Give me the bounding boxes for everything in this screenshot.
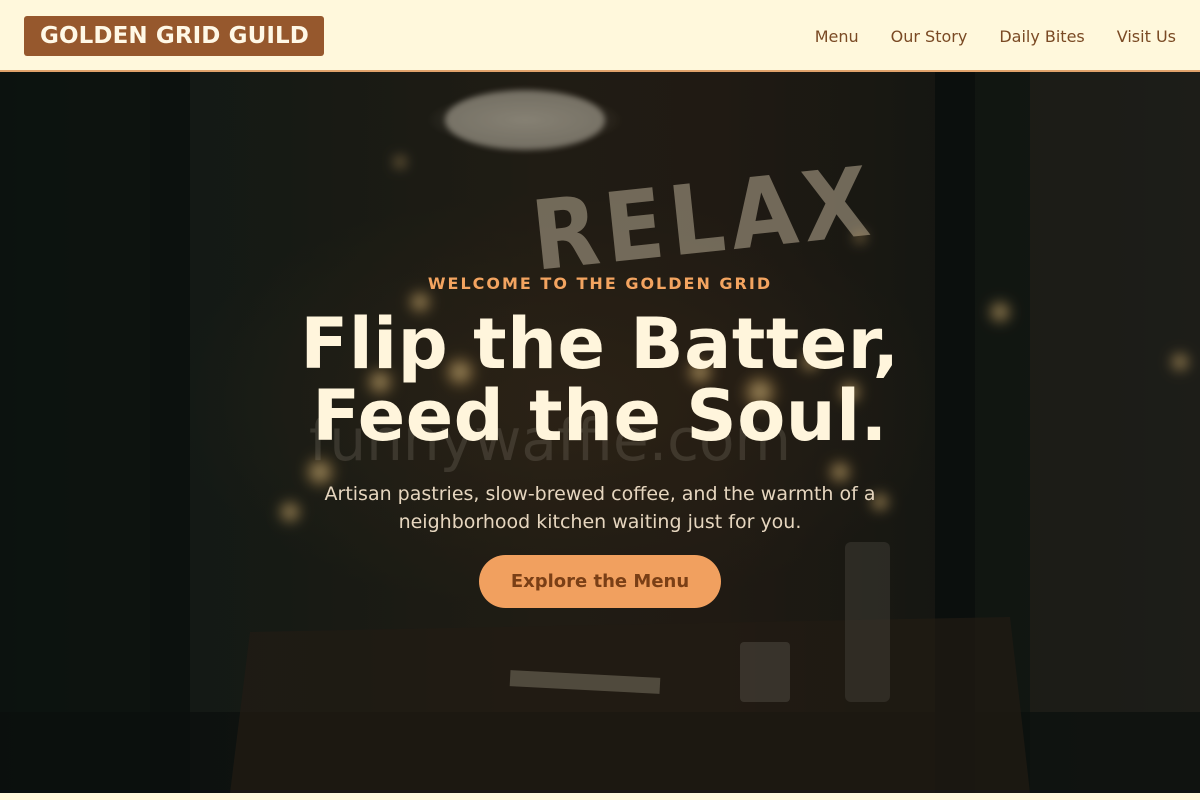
- hero-section: RELAX funnywaffle.com WELCOME TO THE GOL…: [0, 72, 1200, 793]
- hero-headline-line1: Flip the Batter,: [300, 303, 900, 385]
- logo[interactable]: GOLDEN GRID GUILD: [24, 16, 324, 56]
- site-header: GOLDEN GRID GUILD Menu Our Story Daily B…: [0, 0, 1200, 72]
- hero-content: WELCOME TO THE GOLDEN GRID Flip the Batt…: [0, 72, 1200, 793]
- nav-link-daily-bites[interactable]: Daily Bites: [999, 27, 1084, 46]
- hero-subtitle: Artisan pastries, slow-brewed coffee, an…: [324, 483, 876, 533]
- main-nav: Menu Our Story Daily Bites Visit Us: [783, 0, 1176, 72]
- hero-eyebrow: WELCOME TO THE GOLDEN GRID: [427, 274, 773, 293]
- nav-link-menu[interactable]: Menu: [815, 27, 859, 46]
- page-bottom-strip: [0, 793, 1200, 800]
- nav-link-visit-us[interactable]: Visit Us: [1117, 27, 1176, 46]
- hero-headline-line2: Feed the Soul.: [312, 375, 888, 457]
- hero-headline: Flip the Batter, Feed the Soul.: [0, 308, 1200, 452]
- explore-menu-button[interactable]: Explore the Menu: [479, 555, 721, 608]
- nav-link-our-story[interactable]: Our Story: [891, 27, 968, 46]
